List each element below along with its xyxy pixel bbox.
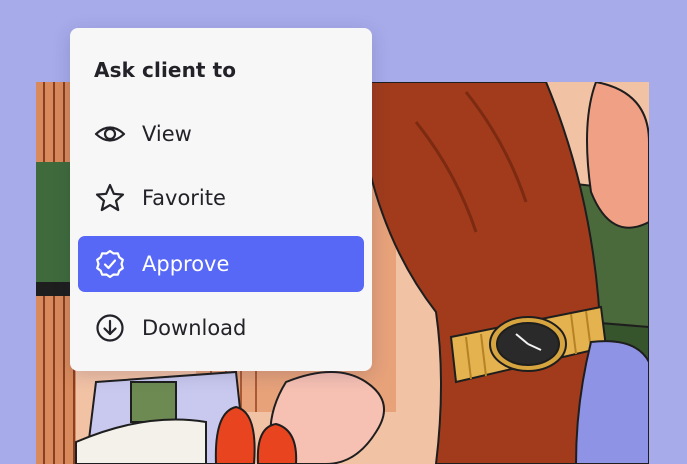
menu-item-label: Favorite <box>142 186 226 210</box>
menu-item-label: Approve <box>142 252 230 276</box>
eye-icon <box>94 118 126 150</box>
star-icon <box>94 182 126 214</box>
download-circle-icon <box>94 312 126 344</box>
menu-item-label: View <box>142 122 192 146</box>
menu-item-view[interactable]: View <box>78 106 364 162</box>
badge-check-icon <box>94 248 126 280</box>
menu-item-download[interactable]: Download <box>78 300 364 356</box>
menu-item-approve[interactable]: Approve <box>78 236 364 292</box>
menu-title: Ask client to <box>94 58 237 82</box>
menu-item-favorite[interactable]: Favorite <box>78 170 364 226</box>
menu-item-label: Download <box>142 316 247 340</box>
ask-client-menu: Ask client to View Favorite Approve Down… <box>70 28 372 371</box>
